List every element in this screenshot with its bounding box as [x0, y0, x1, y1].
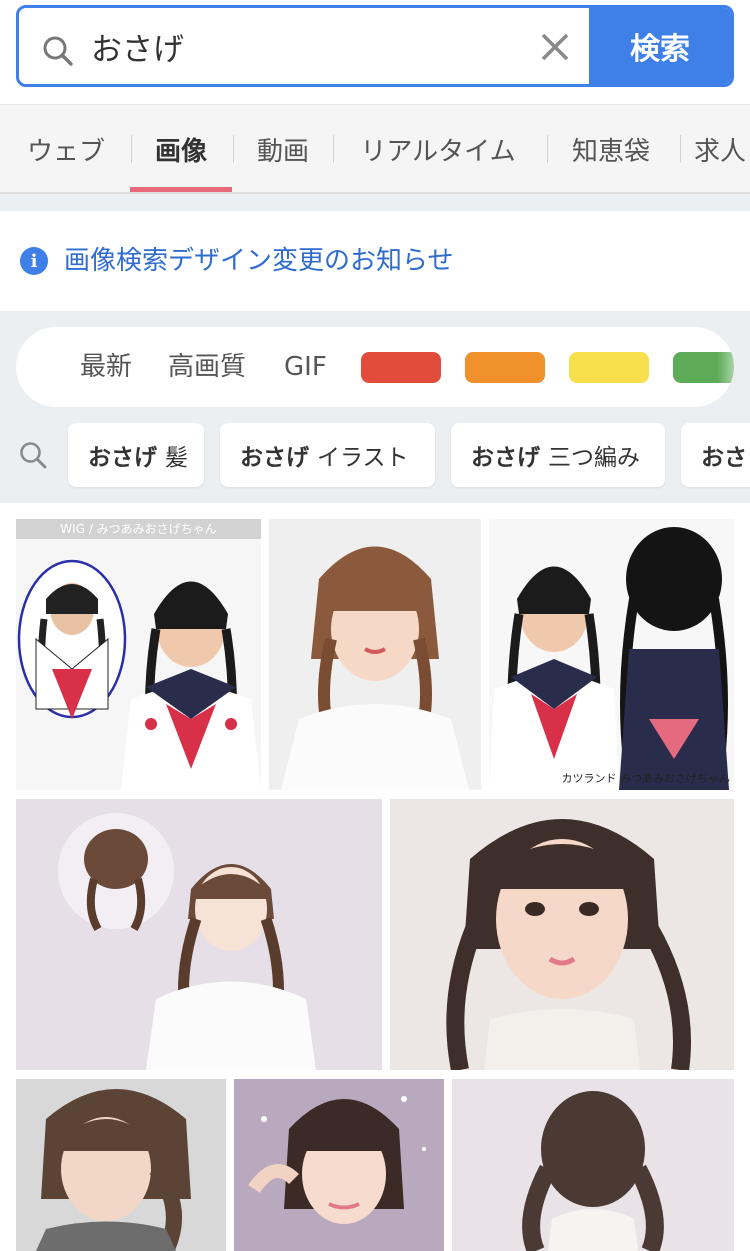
image-result[interactable]: WIG / みつあみおさげちゃん [16, 519, 261, 790]
image-result[interactable] [234, 1079, 444, 1251]
color-filter-yellow[interactable] [569, 352, 649, 383]
active-tab-indicator [130, 187, 232, 192]
color-filter-orange[interactable] [465, 352, 545, 383]
suggestion-keyword: おさ [701, 445, 747, 471]
tab-divider [547, 135, 548, 163]
image-caption: カツランド みつあみおさげちゃん [561, 772, 731, 785]
tab-web[interactable]: ウェブ [14, 105, 118, 192]
suggestion-keyword: おさげ [471, 445, 540, 471]
tab-divider [233, 135, 234, 163]
image-result[interactable] [16, 799, 382, 1070]
search-input[interactable] [91, 8, 531, 84]
filter-gif[interactable]: GIF [284, 348, 327, 386]
search-button[interactable]: 検索 [589, 8, 731, 84]
tab-realtime[interactable]: リアルタイム [344, 105, 532, 192]
tab-divider [333, 135, 334, 163]
suggestion-keyword: おさげ [240, 445, 309, 471]
tab-videos[interactable]: 動画 [240, 105, 326, 192]
suggestion-keyword: おさげ [88, 445, 157, 471]
image-result[interactable] [269, 519, 481, 790]
suggestion-chip[interactable]: おさ [681, 423, 750, 487]
filter-high-quality[interactable]: 高画質 [168, 348, 246, 386]
search-type-tabs: ウェブ 画像 動画 リアルタイム 知恵袋 求人 [0, 104, 750, 194]
image-result[interactable] [390, 799, 734, 1070]
top-bar: 検索 [0, 0, 750, 104]
search-icon [18, 440, 48, 470]
tab-images[interactable]: 画像 [130, 105, 232, 192]
clear-search-icon[interactable] [538, 30, 572, 64]
image-result[interactable]: カツランド みつあみおさげちゃん [489, 519, 734, 790]
tab-divider [680, 135, 681, 163]
search-icon [41, 34, 75, 68]
suggestion-chip[interactable]: おさげ 三つ編み [451, 423, 665, 487]
tab-jobs[interactable]: 求人 [694, 105, 750, 192]
search-box: 検索 [16, 5, 734, 87]
notice-link[interactable]: 画像検索デザイン変更のお知らせ [64, 242, 453, 280]
filter-bar: 最新 高画質 GIF [16, 327, 734, 407]
suggestion-rest: 髪 [165, 445, 188, 471]
color-filter-green[interactable] [673, 352, 734, 383]
image-results-grid: WIG / みつあみおさげちゃん カツランド みつあみおさげちゃん [0, 503, 750, 1251]
suggestion-rest: 三つ編み [548, 445, 640, 471]
image-result[interactable] [16, 1079, 226, 1251]
related-suggestions: おさげ髪 おさげ イラスト おさげ 三つ編み おさ [0, 418, 750, 498]
suggestion-chip[interactable]: おさげ髪 [68, 423, 204, 487]
image-result[interactable] [452, 1079, 734, 1251]
design-change-notice: i 画像検索デザイン変更のお知らせ [0, 211, 750, 311]
image-caption: WIG / みつあみおさげちゃん [16, 519, 261, 539]
tab-chiebukuro[interactable]: 知恵袋 [556, 105, 666, 192]
suggestion-chip[interactable]: おさげ イラスト [220, 423, 435, 487]
color-filter-red[interactable] [361, 352, 441, 383]
filter-latest[interactable]: 最新 [80, 348, 132, 386]
info-icon: i [20, 247, 48, 275]
suggestion-rest: イラスト [317, 445, 409, 471]
